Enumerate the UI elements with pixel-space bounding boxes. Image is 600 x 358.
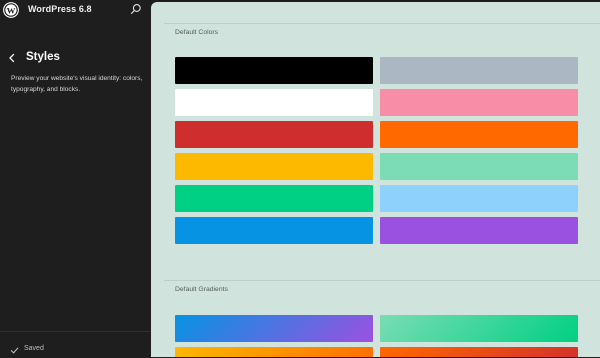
- colors-heading: Default Colors: [175, 29, 219, 36]
- sidebar: W WordPress 6.8 Styles Preview your webs…: [0, 0, 150, 357]
- saved-label: Saved: [24, 345, 44, 352]
- app-title: WordPress 6.8: [28, 4, 92, 14]
- color-swatch-pale-cyan-blue[interactable]: [380, 185, 578, 212]
- save-status: Saved: [0, 331, 150, 358]
- gradients-heading: Default Gradients: [175, 286, 228, 293]
- gradient-swatch-cyan-to-purple[interactable]: [175, 315, 373, 342]
- color-swatch-vivid-purple[interactable]: [380, 217, 578, 244]
- color-swatch-cyan-bluish-gray[interactable]: [380, 57, 578, 84]
- color-swatch-luminous-vivid-amber[interactable]: [175, 153, 373, 180]
- search-icon[interactable]: [130, 3, 142, 15]
- site-hub: W WordPress 6.8: [0, 0, 150, 22]
- color-swatch-pale-pink[interactable]: [380, 89, 578, 116]
- color-swatch-light-green-cyan[interactable]: [380, 153, 578, 180]
- gradient-swatch-amber-to-orange[interactable]: [175, 347, 373, 357]
- color-swatch-white[interactable]: [175, 89, 373, 116]
- color-swatch-vivid-green-cyan[interactable]: [175, 185, 373, 212]
- check-icon: [10, 347, 19, 354]
- color-swatch-luminous-vivid-orange[interactable]: [380, 121, 578, 148]
- svg-text:W: W: [7, 5, 16, 15]
- section-divider: [164, 23, 600, 24]
- wordpress-logo-icon[interactable]: W: [3, 2, 19, 18]
- chevron-left-icon[interactable]: [7, 52, 17, 64]
- color-swatch-vivid-red[interactable]: [175, 121, 373, 148]
- section-divider: [164, 280, 600, 281]
- panel-title: Styles: [26, 51, 60, 63]
- color-swatch-black[interactable]: [175, 57, 373, 84]
- panel-description: Preview your website's visual identity: …: [11, 75, 143, 93]
- color-swatch-vivid-cyan-blue[interactable]: [175, 217, 373, 244]
- gradient-swatch-orange-to-red[interactable]: [380, 347, 578, 357]
- gradient-swatch-light-green-to-green[interactable]: [380, 315, 578, 342]
- style-book-canvas: Default Colors Default Gradients: [151, 2, 600, 357]
